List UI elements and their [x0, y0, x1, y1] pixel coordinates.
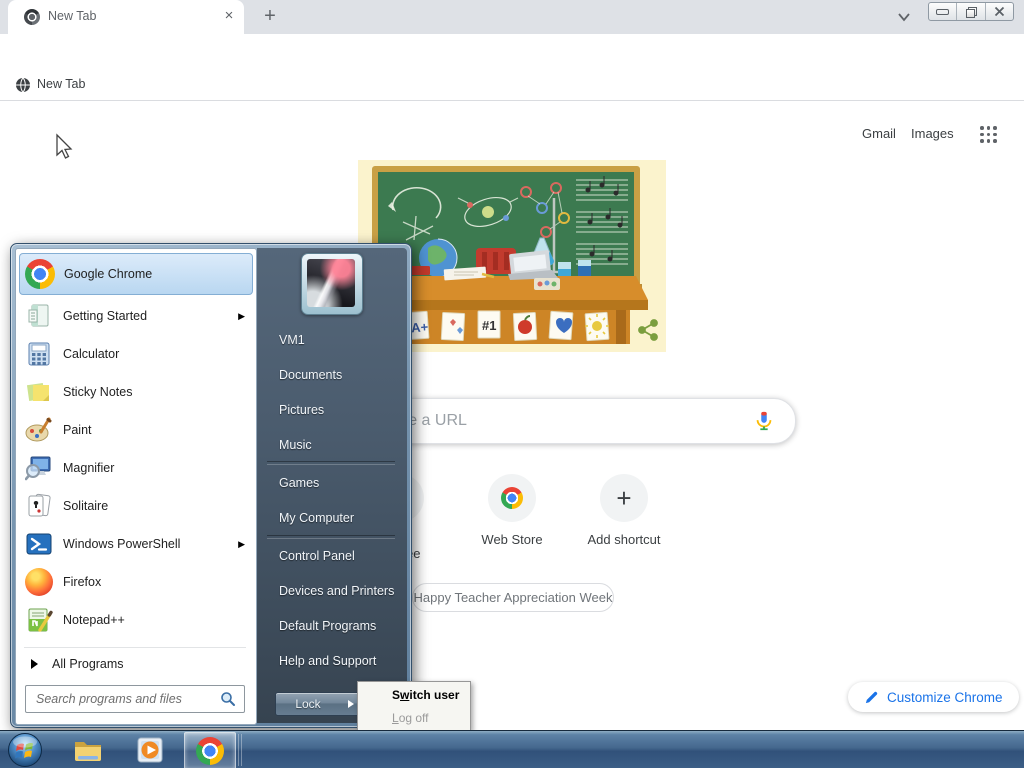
start-item-getting-started[interactable]: Getting Started ▶ — [19, 297, 251, 335]
calculator-icon — [23, 338, 55, 370]
start-item-powershell[interactable]: Windows PowerShell ▶ — [19, 525, 251, 563]
shortcut-tile-add[interactable]: + Add shortcut — [568, 470, 680, 547]
start-item-notepad[interactable]: Notepad++ — [19, 601, 251, 639]
start-item-google-chrome[interactable]: Google Chrome — [19, 253, 253, 295]
start-item-solitaire[interactable]: Solitaire — [19, 487, 251, 525]
all-programs[interactable]: All Programs — [19, 651, 251, 677]
start-item-magnifier[interactable]: Magnifier — [19, 449, 251, 487]
switch-user-item[interactable]: Sw itch user — [358, 683, 470, 706]
lock-button[interactable]: Lock — [275, 692, 341, 716]
media-player-icon — [137, 737, 163, 763]
start-item-my-computer[interactable]: My Computer — [257, 506, 407, 530]
start-menu-programs: Google Chrome Getting Started ▶ Calculat… — [15, 248, 257, 725]
submenu-arrow-icon: ▶ — [238, 310, 245, 321]
log-off-item[interactable]: Log off — [358, 706, 470, 729]
divider — [238, 734, 239, 766]
customize-chrome-label: Customize Chrome — [887, 689, 1003, 705]
start-item-devices-printers[interactable]: Devices and Printers — [257, 579, 407, 603]
tab-strip: New Tab × + — [0, 0, 1024, 34]
doodle-chip[interactable]: Happy Teacher Appreciation Week — [412, 583, 614, 612]
restore-button[interactable] — [957, 3, 986, 20]
start-item-games[interactable]: Games — [257, 471, 407, 495]
tab-new-tab[interactable]: New Tab × — [8, 0, 244, 34]
start-item-help-support[interactable]: Help and Support — [257, 649, 407, 673]
apps-grid-icon[interactable] — [980, 126, 997, 143]
paint-icon — [23, 414, 55, 446]
arrow-right-icon — [348, 700, 354, 708]
chrome-icon — [196, 737, 224, 765]
divider — [24, 647, 246, 648]
divider — [241, 734, 242, 766]
start-search-input[interactable] — [34, 691, 218, 707]
chevron-down-icon[interactable] — [894, 9, 914, 25]
start-item-documents[interactable]: Documents — [257, 363, 407, 387]
solitaire-icon — [23, 490, 55, 522]
shortcut-tile-web-store[interactable]: Web Store — [456, 470, 568, 547]
start-item-calculator[interactable]: Calculator — [19, 335, 251, 373]
start-item-paint[interactable]: Paint — [19, 411, 251, 449]
magnifier-icon — [23, 452, 55, 484]
tab-close-icon[interactable]: × — [220, 7, 238, 25]
search-icon — [221, 692, 235, 706]
taskbar-chrome-button[interactable] — [184, 732, 236, 768]
chrome-icon — [24, 258, 56, 290]
start-item-sticky-notes[interactable]: Sticky Notes — [19, 373, 251, 411]
start-item-control-panel[interactable]: Control Panel — [257, 544, 407, 568]
mouse-cursor — [56, 133, 73, 159]
start-orb[interactable] — [7, 732, 43, 768]
taskbar-media-player-button[interactable] — [128, 732, 172, 768]
pencil-icon — [865, 691, 878, 703]
getting-started-icon — [23, 300, 55, 332]
divider — [267, 461, 395, 465]
tab-title: New Tab — [48, 9, 97, 23]
doodle-card-a-plus: A+ — [411, 319, 429, 335]
window-controls — [928, 2, 1014, 21]
plus-icon: + — [616, 482, 632, 513]
power-menu: Sw itch user Log off — [357, 681, 471, 731]
start-item-firefox[interactable]: Firefox — [19, 563, 251, 601]
web-store-icon — [501, 487, 523, 509]
all-programs-arrow-icon — [31, 659, 38, 669]
start-item-default-programs[interactable]: Default Programs — [257, 614, 407, 638]
start-menu-places: VM1 Documents Pictures Music Games My Co… — [257, 248, 407, 723]
bookmarks-bar: New Tab — [0, 70, 1024, 101]
start-item-user[interactable]: VM1 — [257, 328, 407, 352]
start-item-music[interactable]: Music — [257, 433, 407, 457]
shortcut-label: Web Store — [481, 532, 543, 547]
explorer-icon — [75, 742, 101, 761]
start-item-pictures[interactable]: Pictures — [257, 398, 407, 422]
sticky-notes-icon — [23, 376, 55, 408]
start-menu: Google Chrome Getting Started ▶ Calculat… — [10, 243, 412, 728]
gmail-link[interactable]: Gmail — [862, 126, 896, 141]
notepad-plus-plus-icon — [23, 604, 55, 636]
taskbar-explorer-button[interactable] — [66, 732, 110, 768]
desktop: New Tab × + ← → ★ — [0, 0, 1024, 768]
bookmark-new-tab[interactable]: New Tab — [37, 77, 85, 91]
minimize-button[interactable] — [929, 3, 958, 20]
voice-search-icon[interactable] — [753, 410, 775, 432]
taskbar: 12:57 PM 5/3/2022 — [0, 730, 1024, 768]
firefox-icon — [23, 566, 55, 598]
user-avatar[interactable] — [301, 253, 363, 315]
customize-chrome-button[interactable]: Customize Chrome — [848, 682, 1019, 712]
globe-icon — [16, 77, 30, 93]
doodle-card-number-one: #1 — [482, 318, 496, 333]
new-tab-button[interactable]: + — [258, 5, 282, 29]
close-button[interactable] — [986, 3, 1013, 20]
divider — [267, 535, 395, 539]
start-search-box[interactable] — [25, 685, 245, 713]
submenu-arrow-icon: ▶ — [238, 538, 245, 549]
images-link[interactable]: Images — [911, 126, 954, 141]
user-avatar-image — [307, 259, 355, 307]
powershell-icon — [23, 528, 55, 560]
tab-favicon-icon — [24, 9, 40, 25]
browser-toolbar: ← → ★ — [0, 34, 1024, 100]
shortcut-label: Add shortcut — [587, 532, 661, 547]
